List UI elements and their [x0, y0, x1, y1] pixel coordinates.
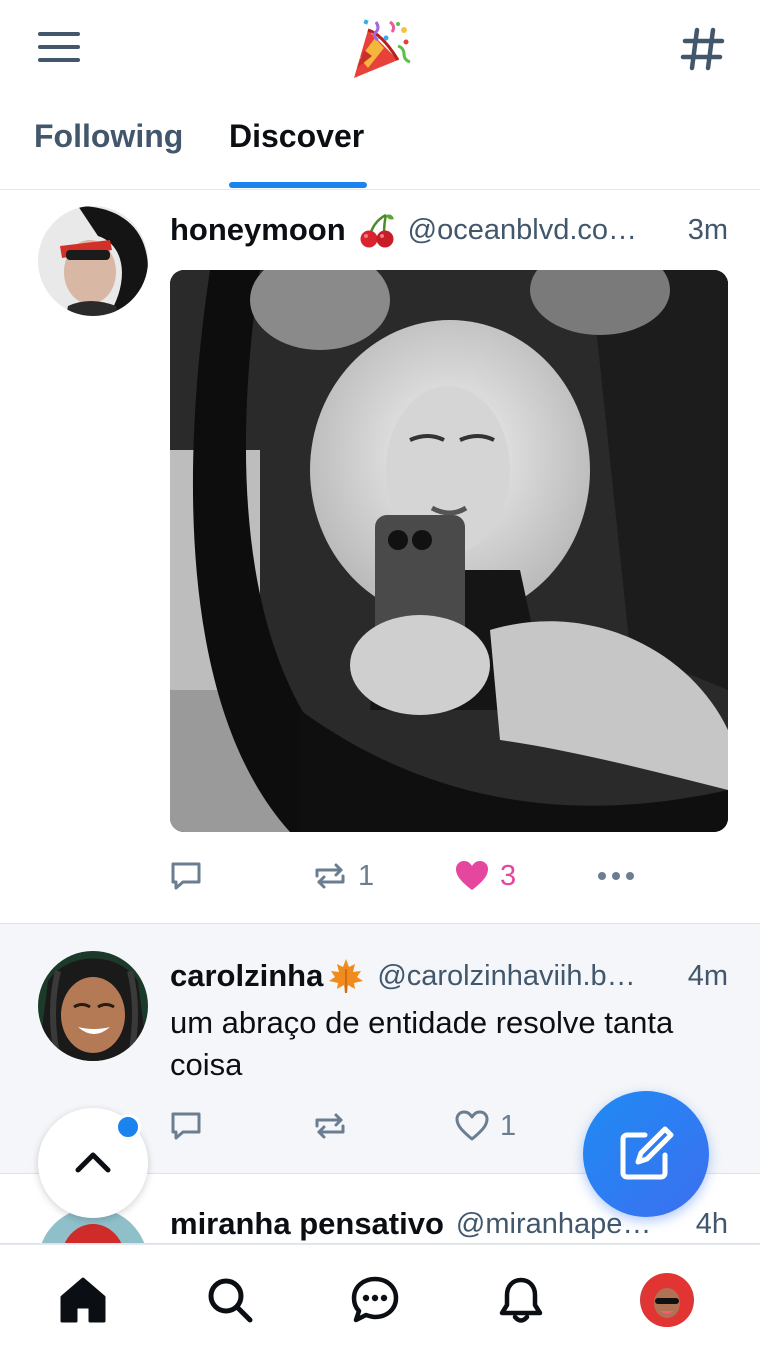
reply-icon	[171, 1112, 201, 1140]
maple-leaf-icon	[329, 959, 364, 993]
repost-count: 1	[358, 859, 375, 892]
tab-following[interactable]: Following	[34, 118, 183, 155]
party-popper-icon	[354, 19, 411, 78]
post-image[interactable]	[170, 270, 728, 832]
post-actions: 1 3	[168, 854, 668, 898]
handle[interactable]: @oceanblvd.co…	[408, 214, 676, 247]
reply-button[interactable]	[168, 1104, 214, 1148]
home-icon[interactable]	[58, 1275, 108, 1325]
post-header: carolzinha @carolzinhaviih.b… 4m	[170, 954, 728, 998]
post-header: honeymoon @oceanblvd.co… 3m	[170, 208, 728, 252]
hamburger-menu-icon[interactable]	[36, 28, 82, 68]
search-icon[interactable]	[205, 1275, 255, 1325]
more-options-button[interactable]	[596, 854, 636, 898]
profile-avatar[interactable]	[640, 1273, 694, 1327]
cherries-icon	[360, 213, 394, 248]
display-name[interactable]: carolzinha	[170, 958, 323, 994]
post-time[interactable]: 4m	[688, 960, 728, 993]
bottom-navigation	[0, 1244, 760, 1354]
reply-button[interactable]	[168, 854, 214, 898]
heart-filled-icon	[456, 861, 488, 890]
like-button[interactable]: 3	[454, 854, 516, 898]
tab-discover[interactable]: Discover	[229, 118, 364, 155]
chat-bubble-icon[interactable]	[350, 1275, 400, 1325]
repost-button[interactable]	[312, 1104, 358, 1148]
active-tab-indicator	[229, 182, 367, 188]
handle[interactable]: @carolzinhaviih.b…	[377, 960, 675, 993]
repost-icon	[315, 1113, 345, 1139]
compose-button[interactable]	[583, 1091, 709, 1217]
like-count: 1	[500, 1109, 517, 1142]
bell-icon[interactable]	[496, 1275, 546, 1325]
repost-button[interactable]: 1	[312, 854, 374, 898]
post-text: um abraço de entidade resolve tanta cois…	[170, 1005, 674, 1082]
post-time[interactable]: 3m	[688, 214, 728, 247]
like-button[interactable]: 1	[454, 1104, 516, 1148]
avatar[interactable]	[38, 206, 148, 316]
like-count: 3	[500, 859, 517, 892]
ellipsis-icon	[598, 872, 634, 880]
new-posts-indicator	[115, 1114, 141, 1140]
display-name[interactable]: miranha pensativo	[170, 1206, 444, 1242]
hashtag-icon[interactable]	[680, 26, 726, 72]
repost-icon	[315, 863, 345, 889]
compose-icon	[620, 1126, 674, 1180]
heart-outline-icon	[455, 1110, 489, 1141]
feed-tabs: Following Discover	[0, 100, 760, 190]
display-name[interactable]: honeymoon	[170, 212, 346, 248]
avatar[interactable]	[38, 951, 148, 1061]
feed-post[interactable]: honeymoon @oceanblvd.co… 3m 1 3	[0, 190, 760, 924]
top-bar	[0, 0, 760, 100]
reply-icon	[171, 862, 201, 890]
